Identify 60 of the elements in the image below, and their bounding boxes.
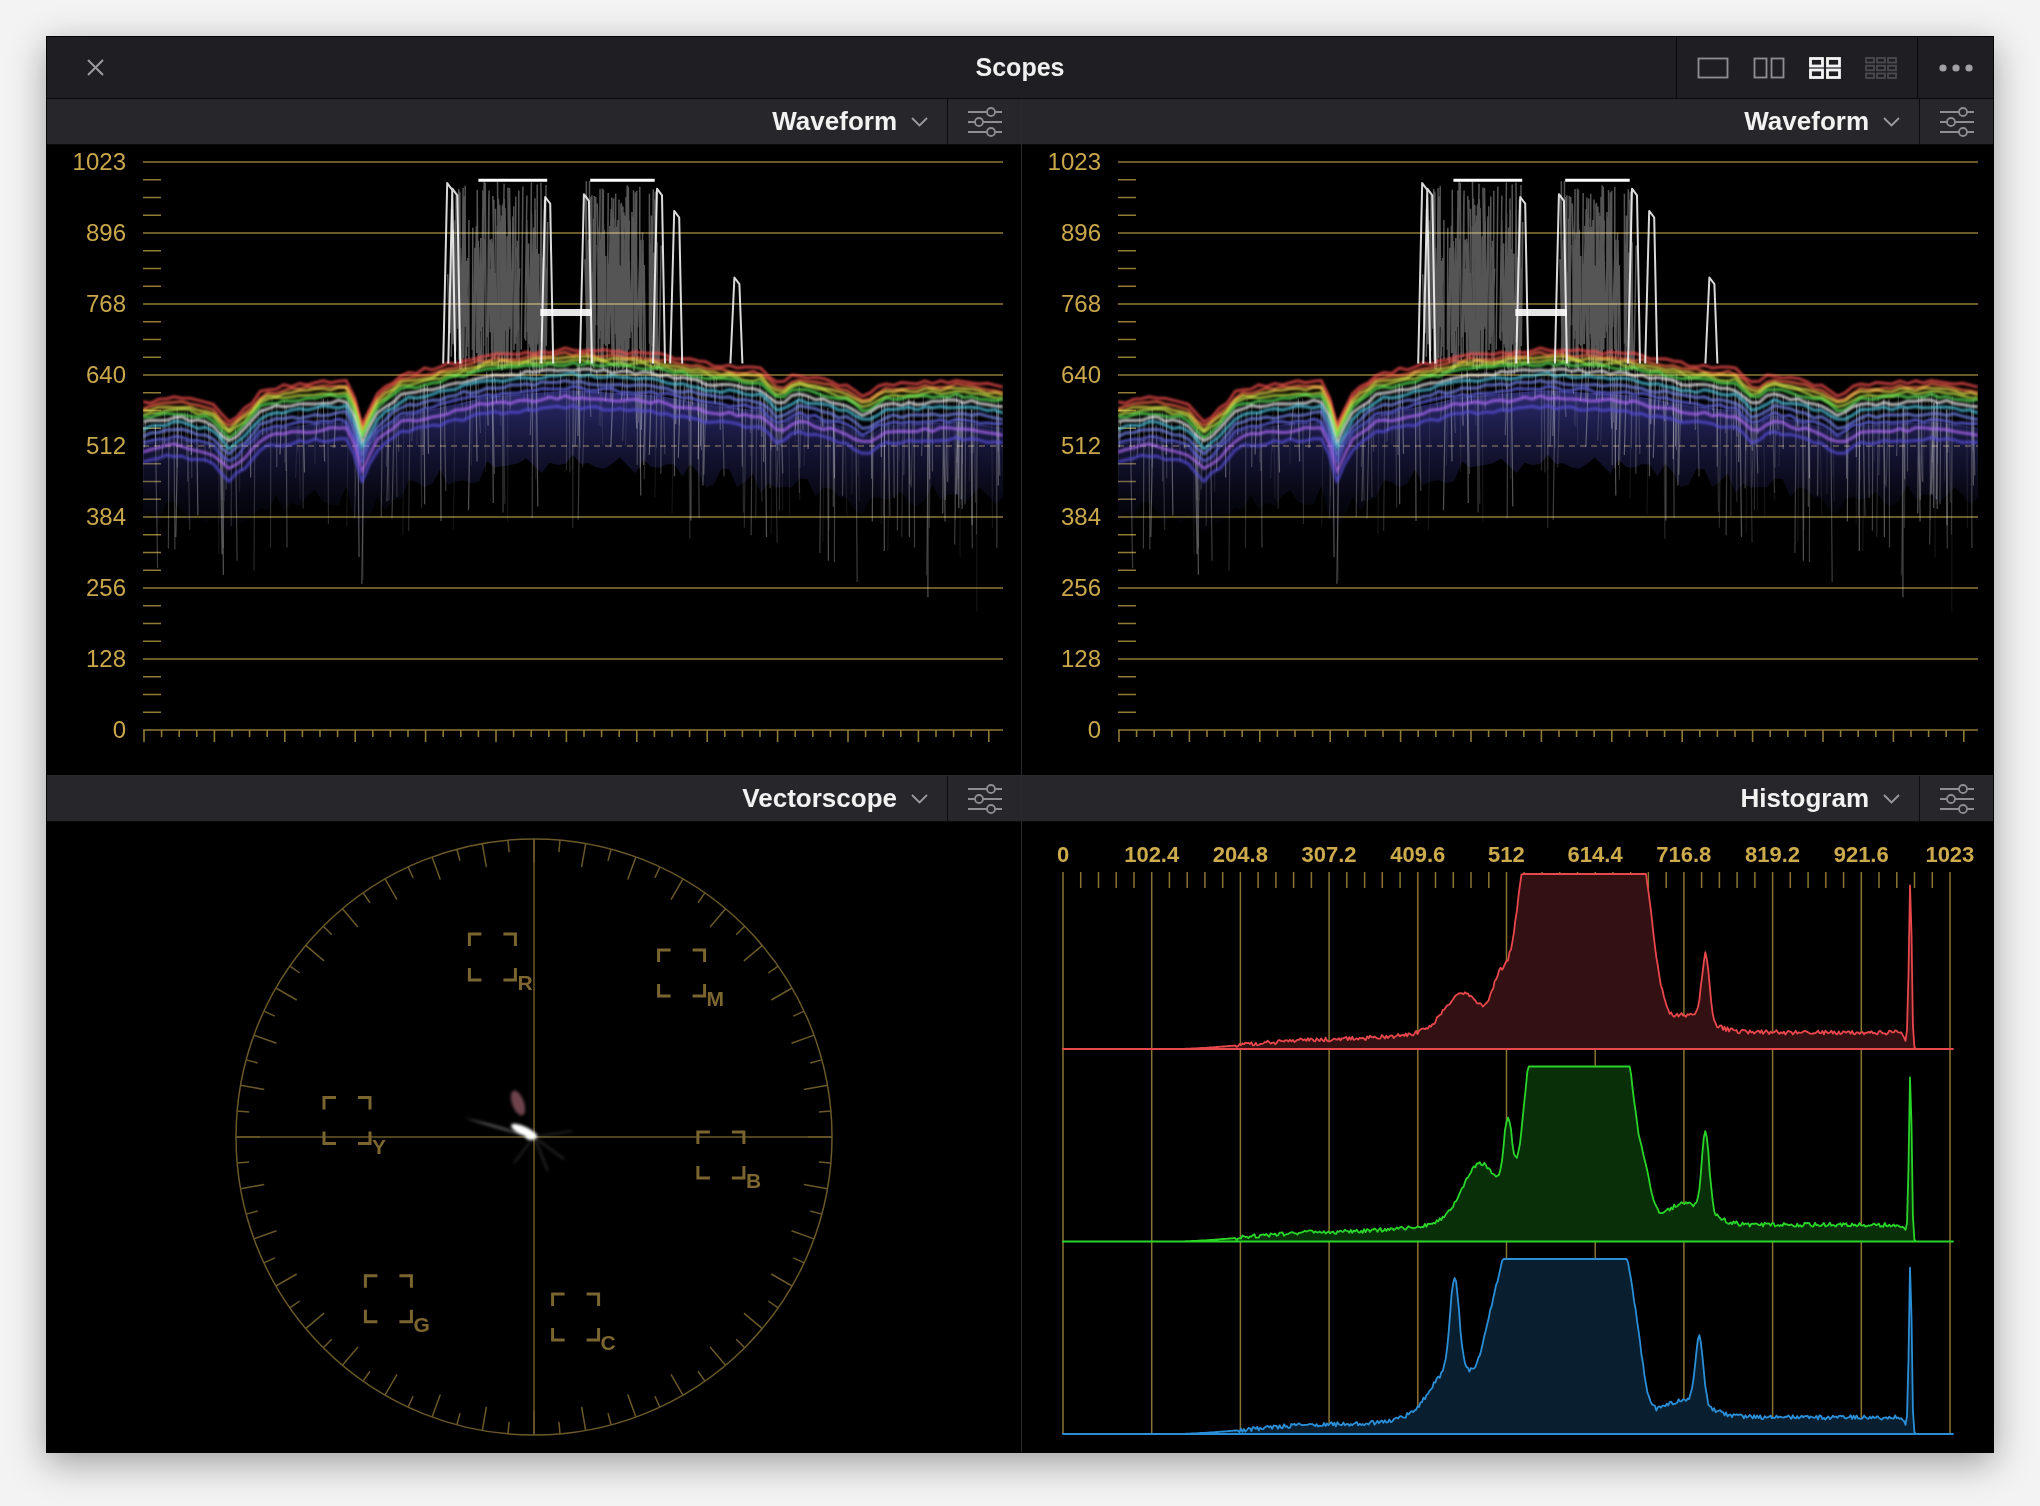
target-label: C — [600, 1331, 616, 1354]
scale-label: 819.2 — [1744, 841, 1801, 869]
two-pane-icon — [1753, 56, 1785, 79]
chevron-down-icon — [1883, 793, 1900, 804]
chevron-down-icon — [911, 116, 928, 127]
scope-type-dropdown[interactable]: Waveform — [1734, 99, 1919, 144]
sliders-icon — [1939, 783, 1974, 814]
single-pane-icon — [1697, 56, 1729, 79]
scale-label: 256 — [1060, 573, 1101, 603]
scale-label: 307.2 — [1301, 841, 1357, 869]
scale-label: 1023 — [1047, 147, 1101, 177]
target-label: G — [413, 1312, 430, 1336]
scope-type-dropdown[interactable]: Vectorscope — [732, 776, 947, 821]
target-marker — [657, 948, 707, 998]
scale-label: 0 — [1087, 715, 1101, 745]
sliders-icon — [967, 783, 1002, 814]
target-label: Y — [372, 1134, 386, 1158]
target-marker — [363, 1274, 413, 1324]
scope-type-dropdown[interactable]: Histogram — [1730, 776, 1919, 821]
scale-label: 921.6 — [1833, 841, 1889, 869]
scale-label: 204.8 — [1212, 841, 1268, 869]
scale-label: 512 — [1060, 431, 1101, 461]
chevron-down-icon — [1883, 116, 1900, 127]
ellipsis-icon — [1938, 63, 1973, 72]
target-marker — [696, 1130, 746, 1180]
scale-label: 768 — [85, 289, 126, 319]
scale-label: 1023 — [1925, 841, 1975, 869]
target-label: B — [745, 1169, 762, 1192]
scale-label: 1023 — [72, 147, 126, 177]
scale-label: 716.8 — [1656, 841, 1712, 869]
scale-label: 384 — [1060, 502, 1101, 532]
four-pane-icon — [1809, 56, 1841, 79]
scale-label: 102.4 — [1124, 841, 1180, 869]
scope-type-dropdown[interactable]: Waveform — [762, 99, 947, 144]
sliders-icon — [967, 106, 1002, 137]
scale-label: 384 — [85, 502, 126, 532]
scale-label: 0 — [112, 715, 126, 745]
scale-label: 614.4 — [1567, 841, 1623, 869]
target-marker — [551, 1292, 601, 1342]
target-label: R — [517, 971, 533, 994]
target-marker — [322, 1096, 372, 1146]
window-title: Scopes — [975, 53, 1065, 82]
scale-label: 768 — [1060, 289, 1101, 319]
scale-label: 409.6 — [1390, 841, 1446, 869]
target-label: M — [706, 987, 725, 1011]
scale-label: 128 — [1060, 644, 1101, 674]
grid-icon — [1865, 56, 1897, 79]
sliders-icon — [1939, 106, 1974, 137]
scale-label: 0 — [1056, 841, 1070, 869]
scale-label: 640 — [85, 360, 126, 390]
scale-label: 256 — [85, 573, 126, 603]
scale-label: 896 — [1060, 218, 1101, 248]
close-icon — [86, 59, 104, 76]
scale-label: 512 — [85, 431, 126, 461]
scale-label: 896 — [85, 218, 126, 248]
scale-label: 512 — [1488, 841, 1525, 869]
target-marker — [467, 932, 517, 982]
scale-label: 128 — [85, 644, 126, 674]
scale-label: 640 — [1060, 360, 1101, 390]
chevron-down-icon — [911, 793, 928, 804]
